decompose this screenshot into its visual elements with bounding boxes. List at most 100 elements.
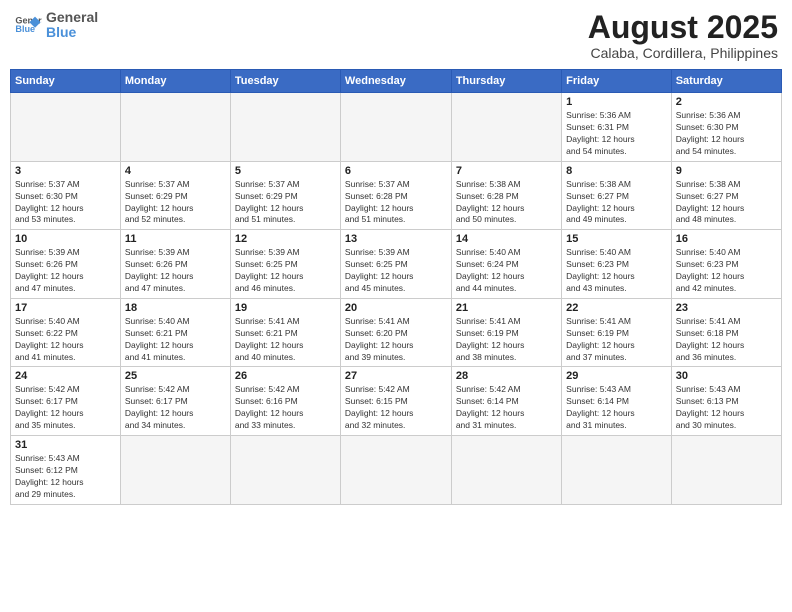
calendar-cell: 15Sunrise: 5:40 AM Sunset: 6:23 PM Dayli…	[562, 230, 672, 299]
day-number: 6	[345, 165, 447, 177]
day-info: Sunrise: 5:41 AM Sunset: 6:19 PM Dayligh…	[566, 316, 667, 364]
day-number: 7	[456, 165, 557, 177]
day-info: Sunrise: 5:36 AM Sunset: 6:31 PM Dayligh…	[566, 110, 667, 158]
day-number: 13	[345, 233, 447, 245]
day-info: Sunrise: 5:39 AM Sunset: 6:25 PM Dayligh…	[345, 247, 447, 295]
day-info: Sunrise: 5:43 AM Sunset: 6:13 PM Dayligh…	[676, 384, 777, 432]
day-info: Sunrise: 5:37 AM Sunset: 6:28 PM Dayligh…	[345, 179, 447, 227]
day-info: Sunrise: 5:42 AM Sunset: 6:17 PM Dayligh…	[15, 384, 116, 432]
day-number: 2	[676, 96, 777, 108]
calendar-week-row: 1 Sunrise: 5:36 AM Sunset: 6:31 PM Daylig…	[11, 93, 782, 162]
day-info: Sunrise: 5:40 AM Sunset: 6:24 PM Dayligh…	[456, 247, 557, 295]
logo-blue-text: Blue	[46, 25, 98, 40]
calendar-cell: 16Sunrise: 5:40 AM Sunset: 6:23 PM Dayli…	[671, 230, 781, 299]
day-number: 1	[566, 96, 667, 108]
title-area: August 2025 Calaba, Cordillera, Philippi…	[588, 10, 778, 61]
calendar-cell: 1 Sunrise: 5:36 AM Sunset: 6:31 PM Daylig…	[562, 93, 672, 162]
day-info: Sunrise: 5:36 AM Sunset: 6:30 PM Dayligh…	[676, 110, 777, 158]
day-info: Sunrise: 5:43 AM Sunset: 6:14 PM Dayligh…	[566, 384, 667, 432]
day-number: 11	[125, 233, 226, 245]
day-info: Sunrise: 5:38 AM Sunset: 6:27 PM Dayligh…	[566, 179, 667, 227]
day-info: Sunrise: 5:41 AM Sunset: 6:18 PM Dayligh…	[676, 316, 777, 364]
calendar-cell	[562, 436, 672, 505]
day-info: Sunrise: 5:41 AM Sunset: 6:21 PM Dayligh…	[235, 316, 336, 364]
day-info: Sunrise: 5:40 AM Sunset: 6:22 PM Dayligh…	[15, 316, 116, 364]
day-number: 3	[15, 165, 116, 177]
day-info: Sunrise: 5:37 AM Sunset: 6:29 PM Dayligh…	[235, 179, 336, 227]
day-info: Sunrise: 5:39 AM Sunset: 6:26 PM Dayligh…	[15, 247, 116, 295]
day-number: 20	[345, 302, 447, 314]
header: General Blue General Blue August 2025 Ca…	[10, 10, 782, 61]
calendar-header-tuesday: Tuesday	[230, 70, 340, 93]
calendar-cell	[120, 93, 230, 162]
calendar-week-row: 31Sunrise: 5:43 AM Sunset: 6:12 PM Dayli…	[11, 436, 782, 505]
day-number: 22	[566, 302, 667, 314]
day-number: 29	[566, 370, 667, 382]
day-number: 30	[676, 370, 777, 382]
calendar-header-friday: Friday	[562, 70, 672, 93]
day-number: 25	[125, 370, 226, 382]
day-number: 4	[125, 165, 226, 177]
calendar-cell	[340, 93, 451, 162]
calendar-cell: 28 Sunrise: 5:42 AM Sunset: 6:14 PM Dayli…	[451, 367, 561, 436]
day-number: 5	[235, 165, 336, 177]
calendar-cell	[451, 93, 561, 162]
day-number: 10	[15, 233, 116, 245]
calendar-header-wednesday: Wednesday	[340, 70, 451, 93]
day-number: 21	[456, 302, 557, 314]
day-number: 31	[15, 439, 116, 451]
calendar-cell: 29 Sunrise: 5:43 AM Sunset: 6:14 PM Dayli…	[562, 367, 672, 436]
day-number: 28	[456, 370, 557, 382]
calendar-cell	[451, 436, 561, 505]
day-info: Sunrise: 5:38 AM Sunset: 6:28 PM Dayligh…	[456, 179, 557, 227]
calendar-cell: 3 Sunrise: 5:37 AM Sunset: 6:30 PM Daylig…	[11, 161, 121, 230]
day-number: 17	[15, 302, 116, 314]
calendar-cell: 22 Sunrise: 5:41 AM Sunset: 6:19 PM Dayli…	[562, 298, 672, 367]
calendar-cell	[671, 436, 781, 505]
day-info: Sunrise: 5:42 AM Sunset: 6:14 PM Dayligh…	[456, 384, 557, 432]
calendar-cell	[11, 93, 121, 162]
calendar-week-row: 3 Sunrise: 5:37 AM Sunset: 6:30 PM Daylig…	[11, 161, 782, 230]
day-number: 26	[235, 370, 336, 382]
calendar-cell: 25Sunrise: 5:42 AM Sunset: 6:17 PM Dayli…	[120, 367, 230, 436]
calendar-cell: 19 Sunrise: 5:41 AM Sunset: 6:21 PM Dayli…	[230, 298, 340, 367]
day-number: 18	[125, 302, 226, 314]
calendar-cell: 10 Sunrise: 5:39 AM Sunset: 6:26 PM Dayli…	[11, 230, 121, 299]
calendar-cell: 30 Sunrise: 5:43 AM Sunset: 6:13 PM Dayli…	[671, 367, 781, 436]
day-number: 27	[345, 370, 447, 382]
calendar-cell: 6 Sunrise: 5:37 AM Sunset: 6:28 PM Daylig…	[340, 161, 451, 230]
day-number: 15	[566, 233, 667, 245]
logo: General Blue General Blue	[14, 10, 98, 41]
day-info: Sunrise: 5:40 AM Sunset: 6:23 PM Dayligh…	[676, 247, 777, 295]
calendar-cell: 13 Sunrise: 5:39 AM Sunset: 6:25 PM Dayli…	[340, 230, 451, 299]
calendar-cell: 21Sunrise: 5:41 AM Sunset: 6:19 PM Dayli…	[451, 298, 561, 367]
calendar-cell: 18Sunrise: 5:40 AM Sunset: 6:21 PM Dayli…	[120, 298, 230, 367]
calendar-header-saturday: Saturday	[671, 70, 781, 93]
day-number: 9	[676, 165, 777, 177]
calendar-cell: 26 Sunrise: 5:42 AM Sunset: 6:16 PM Dayli…	[230, 367, 340, 436]
day-info: Sunrise: 5:42 AM Sunset: 6:16 PM Dayligh…	[235, 384, 336, 432]
calendar-cell: 5 Sunrise: 5:37 AM Sunset: 6:29 PM Daylig…	[230, 161, 340, 230]
calendar-cell: 12 Sunrise: 5:39 AM Sunset: 6:25 PM Dayli…	[230, 230, 340, 299]
calendar: SundayMondayTuesdayWednesdayThursdayFrid…	[10, 69, 782, 504]
day-info: Sunrise: 5:39 AM Sunset: 6:26 PM Dayligh…	[125, 247, 226, 295]
calendar-cell: 31Sunrise: 5:43 AM Sunset: 6:12 PM Dayli…	[11, 436, 121, 505]
day-info: Sunrise: 5:39 AM Sunset: 6:25 PM Dayligh…	[235, 247, 336, 295]
svg-text:Blue: Blue	[15, 24, 35, 34]
calendar-week-row: 24Sunrise: 5:42 AM Sunset: 6:17 PM Dayli…	[11, 367, 782, 436]
calendar-cell: 17 Sunrise: 5:40 AM Sunset: 6:22 PM Dayli…	[11, 298, 121, 367]
day-info: Sunrise: 5:37 AM Sunset: 6:30 PM Dayligh…	[15, 179, 116, 227]
day-number: 23	[676, 302, 777, 314]
calendar-cell: 20 Sunrise: 5:41 AM Sunset: 6:20 PM Dayli…	[340, 298, 451, 367]
calendar-header-thursday: Thursday	[451, 70, 561, 93]
calendar-cell: 27Sunrise: 5:42 AM Sunset: 6:15 PM Dayli…	[340, 367, 451, 436]
calendar-cell: 8Sunrise: 5:38 AM Sunset: 6:27 PM Daylig…	[562, 161, 672, 230]
logo-icon: General Blue	[14, 11, 42, 39]
calendar-week-row: 10 Sunrise: 5:39 AM Sunset: 6:26 PM Dayli…	[11, 230, 782, 299]
day-number: 19	[235, 302, 336, 314]
day-info: Sunrise: 5:41 AM Sunset: 6:20 PM Dayligh…	[345, 316, 447, 364]
calendar-cell	[230, 93, 340, 162]
month-title: August 2025	[588, 10, 778, 45]
day-info: Sunrise: 5:37 AM Sunset: 6:29 PM Dayligh…	[125, 179, 226, 227]
day-number: 12	[235, 233, 336, 245]
